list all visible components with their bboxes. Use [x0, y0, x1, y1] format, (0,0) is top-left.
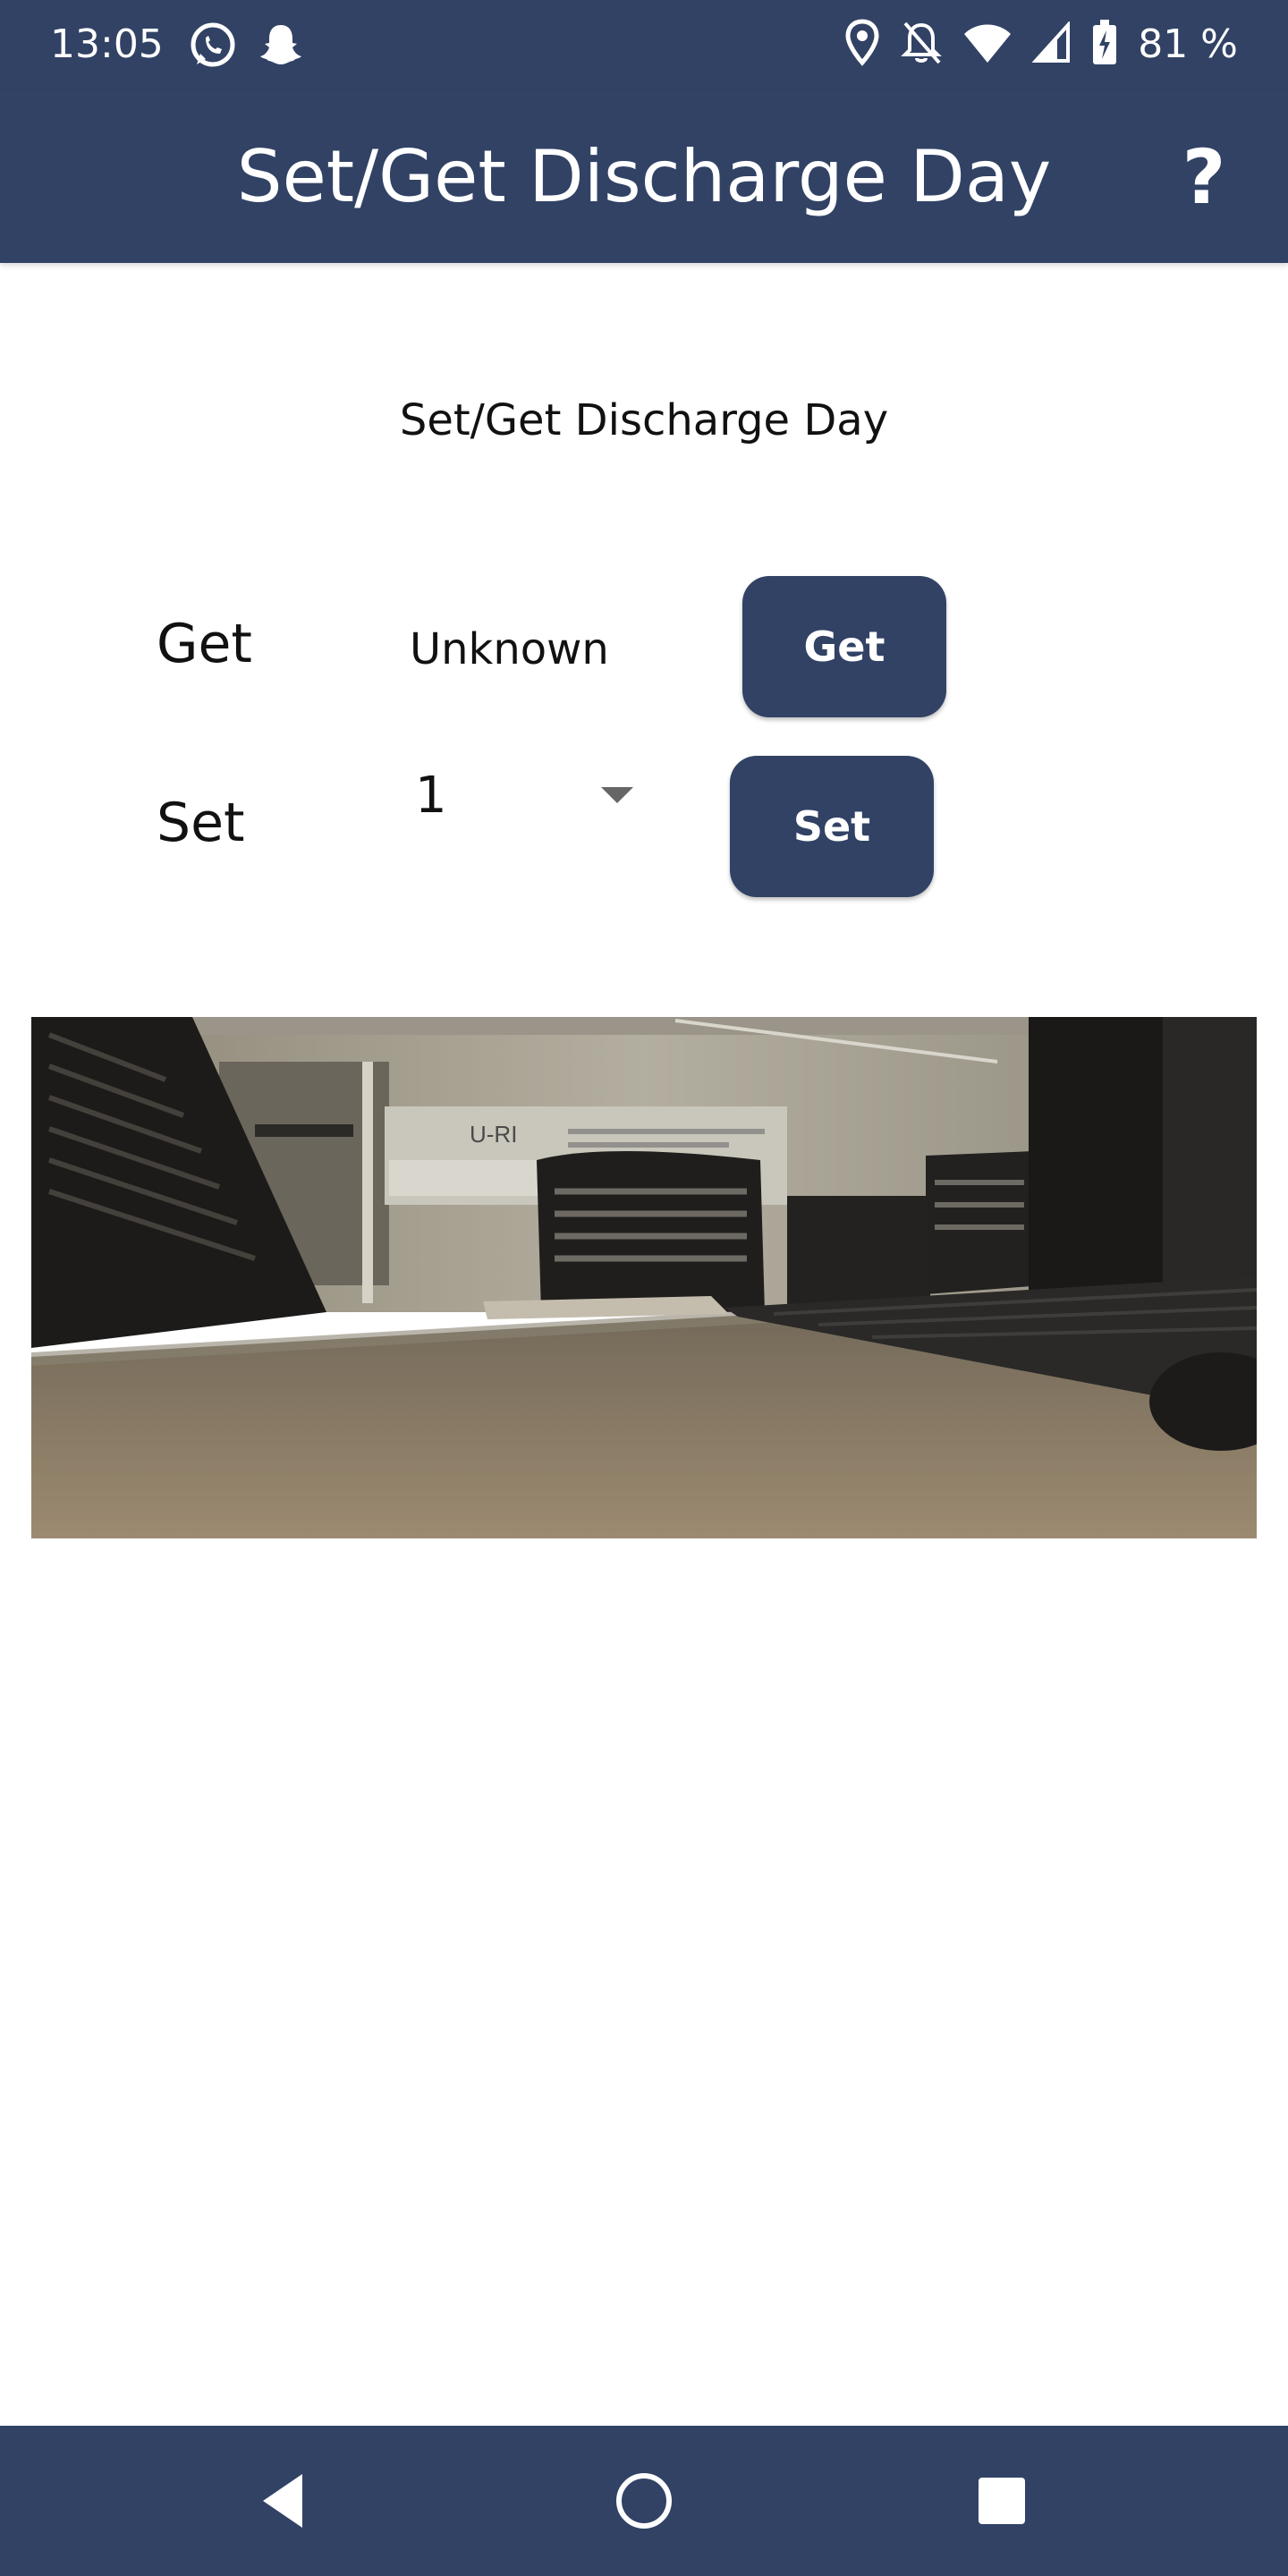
- back-icon[interactable]: [250, 2465, 322, 2537]
- help-icon[interactable]: ?: [1159, 132, 1249, 222]
- app-title: Set/Get Discharge Day: [236, 135, 1052, 218]
- status-bar: 13:05 81 %: [0, 0, 1288, 89]
- battery-charging-icon: [1091, 18, 1118, 72]
- office-desk-photo: U-RI: [31, 1017, 1257, 1538]
- snapchat-icon: [256, 20, 306, 73]
- app-bar: Set/Get Discharge Day ?: [0, 89, 1288, 263]
- get-value: Unknown: [410, 624, 609, 674]
- recent-apps-icon[interactable]: [966, 2465, 1038, 2537]
- set-label: Set: [157, 792, 245, 854]
- wifi-icon: [962, 21, 1013, 68]
- battery-percent: 81 %: [1138, 21, 1238, 67]
- navigation-bar: [0, 2426, 1288, 2576]
- signal-icon: [1031, 20, 1072, 68]
- notifications-off-icon: [900, 18, 943, 72]
- svg-text:U-RI: U-RI: [470, 1121, 517, 1148]
- dropdown-selected-value: 1: [415, 767, 447, 825]
- status-time: 13:05: [50, 21, 164, 67]
- get-label: Get: [157, 613, 252, 675]
- get-button[interactable]: Get: [742, 576, 946, 717]
- set-button[interactable]: Set: [730, 756, 934, 897]
- home-icon[interactable]: [608, 2465, 680, 2537]
- day-dropdown[interactable]: 1: [394, 760, 644, 832]
- status-right-icons: 81 %: [844, 18, 1238, 72]
- dropdown-arrow-icon: [601, 787, 633, 803]
- whatsapp-icon: [188, 20, 238, 73]
- location-icon: [844, 18, 880, 72]
- page-heading: Set/Get Discharge Day: [399, 395, 889, 445]
- status-left-icons: [188, 20, 306, 73]
